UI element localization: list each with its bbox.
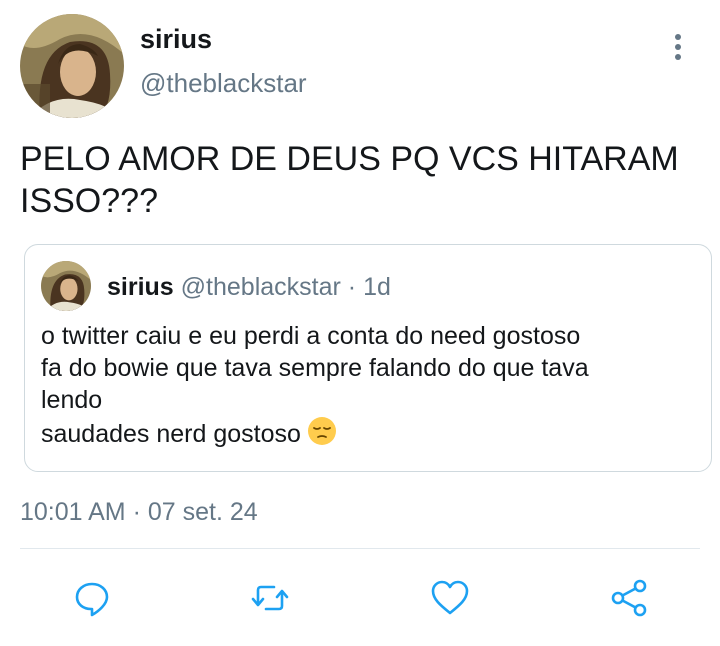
quoted-meta: sirius @theblackstar · 1d [107, 273, 391, 302]
quoted-tweet[interactable]: sirius @theblackstar · 1d o twitter caiu… [24, 244, 712, 472]
quoted-age: 1d [363, 273, 391, 301]
pensive-face-icon [307, 416, 337, 454]
quoted-line: lendo [41, 386, 103, 414]
quoted-author-handle: @theblackstar [180, 273, 341, 301]
reply-icon[interactable] [72, 578, 112, 618]
share-icon[interactable] [610, 578, 650, 618]
like-icon[interactable] [430, 578, 470, 618]
tweet-text: PELO AMOR DE DEUS PQ VCS HITARAM ISSO??? [20, 140, 679, 220]
quoted-avatar-image [41, 261, 91, 311]
quoted-line-text: saudades nerd gostoso [41, 420, 301, 448]
divider [20, 548, 700, 549]
retweet-icon[interactable] [250, 578, 290, 618]
author-name[interactable]: sirius [140, 24, 212, 55]
quoted-line: o twitter caiu e eu perdi a conta do nee… [41, 322, 581, 350]
quoted-author-name: sirius [107, 273, 174, 301]
author-handle[interactable]: @theblackstar [140, 68, 307, 99]
quoted-avatar [41, 261, 91, 311]
more-options-icon[interactable] [668, 34, 688, 66]
quoted-line: fa do bowie que tava sempre falando do q… [41, 354, 589, 382]
quoted-separator: · [347, 273, 364, 301]
avatar-image [20, 14, 124, 118]
quoted-text: o twitter caiu e eu perdi a conta do nee… [41, 320, 701, 454]
avatar[interactable] [20, 14, 124, 118]
tweet-timestamp[interactable]: 10:01 AM · 07 set. 24 [20, 498, 258, 527]
quoted-line: saudades nerd gostoso [41, 416, 701, 454]
